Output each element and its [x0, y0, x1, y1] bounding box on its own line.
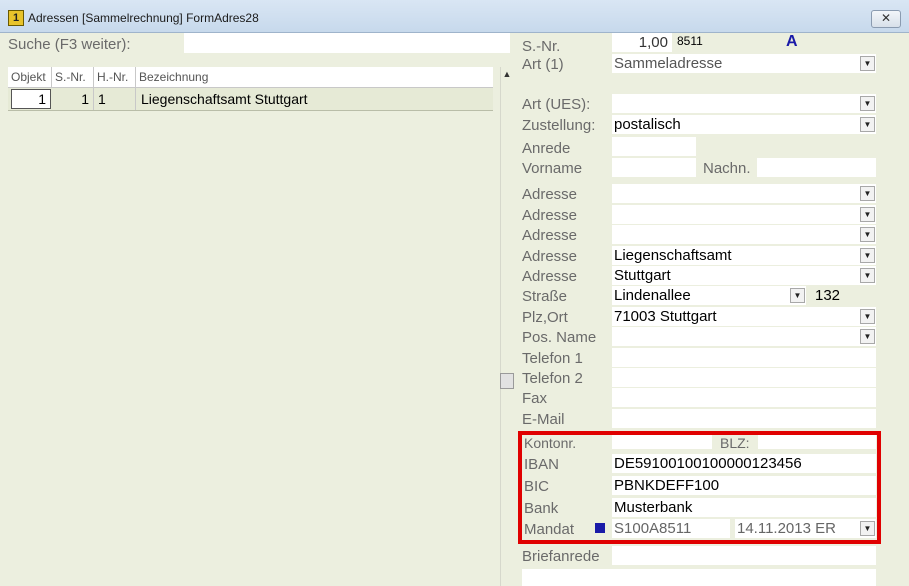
- plzort-value: 71003 Stuttgart: [614, 308, 717, 325]
- email-label: E-Mail: [522, 411, 565, 428]
- chevron-down-icon[interactable]: ▼: [860, 117, 875, 132]
- briefanrede-text-area[interactable]: [522, 569, 876, 586]
- strasse-label: Straße: [522, 288, 568, 305]
- adresse-value-4: Liegenschaftsamt: [614, 247, 732, 264]
- telefon2-field[interactable]: [612, 368, 876, 387]
- search-input[interactable]: [184, 33, 510, 53]
- chevron-down-icon[interactable]: ▼: [860, 56, 875, 71]
- window-title: Adressen [Sammelrechnung] FormAdres28: [28, 11, 259, 25]
- chevron-down-icon[interactable]: ▼: [860, 186, 875, 201]
- chevron-down-icon[interactable]: ▼: [860, 207, 875, 222]
- close-button[interactable]: ✕: [871, 10, 901, 28]
- column-header-snr[interactable]: S.-Nr.: [52, 67, 94, 87]
- adresse-value-5: Stuttgart: [614, 267, 671, 284]
- plzort-select[interactable]: 71003 Stuttgart ▼: [612, 307, 876, 326]
- address-grid: Objekt S.-Nr. H.-Nr. Bezeichnung 1 1 1 L…: [8, 67, 493, 111]
- zustellung-value: postalisch: [614, 116, 681, 133]
- telefon1-field[interactable]: [612, 348, 876, 367]
- hausnr-field[interactable]: 132: [813, 286, 876, 305]
- email-field[interactable]: [612, 409, 876, 428]
- chevron-down-icon[interactable]: ▼: [860, 329, 875, 344]
- posname-label: Pos. Name: [522, 329, 597, 346]
- snr-flag: A: [786, 33, 798, 50]
- anrede-field[interactable]: [612, 137, 696, 156]
- telefon1-label: Telefon 1: [522, 350, 583, 367]
- snr-label: S.-Nr.: [522, 38, 561, 55]
- adresse-label-2: Adresse: [522, 207, 578, 224]
- vertical-scrollbar[interactable]: [500, 67, 515, 586]
- chevron-down-icon[interactable]: ▼: [860, 96, 875, 111]
- adresse-label-4: Adresse: [522, 248, 578, 265]
- chevron-down-icon[interactable]: ▼: [860, 309, 875, 324]
- cell-bezeichnung: Liegenschaftsamt Stuttgart: [141, 91, 308, 107]
- zustellung-label: Zustellung:: [522, 117, 596, 134]
- vorname-field[interactable]: [612, 158, 696, 177]
- adresse-label-3: Adresse: [522, 227, 578, 244]
- chevron-down-icon[interactable]: ▼: [860, 268, 875, 283]
- app-icon: 1: [8, 10, 24, 26]
- vorname-label: Vorname: [522, 160, 583, 177]
- table-row[interactable]: 1 1 1 Liegenschaftsamt Stuttgart: [8, 88, 493, 111]
- bank-highlight-box: [518, 431, 881, 544]
- telefon2-label: Telefon 2: [522, 370, 583, 387]
- posname-select[interactable]: ▼: [612, 327, 876, 346]
- briefanrede-label: Briefanrede: [522, 548, 600, 565]
- adresse-select-1[interactable]: ▼: [612, 184, 876, 203]
- chevron-down-icon[interactable]: ▼: [860, 248, 875, 263]
- nachn-field[interactable]: [757, 158, 876, 177]
- briefanrede-field[interactable]: [612, 546, 876, 565]
- artues-select[interactable]: ▼: [612, 94, 876, 113]
- cell-snr: 1: [52, 88, 94, 110]
- grid-header: Objekt S.-Nr. H.-Nr. Bezeichnung: [8, 67, 493, 88]
- art1-select[interactable]: Sammeladresse ▼: [612, 54, 876, 73]
- adresse-label-1: Adresse: [522, 186, 578, 203]
- plzort-label: Plz,Ort: [522, 309, 568, 326]
- chevron-down-icon[interactable]: ▼: [860, 227, 875, 242]
- adresse-select-2[interactable]: ▼: [612, 205, 876, 224]
- fax-label: Fax: [522, 390, 548, 407]
- column-header-bezeichnung[interactable]: Bezeichnung: [136, 67, 493, 87]
- cell-hnr: 1: [94, 88, 136, 110]
- search-label: Suche (F3 weiter):: [8, 36, 131, 53]
- scrollbar-thumb[interactable]: [500, 373, 514, 389]
- strasse-value: Lindenallee: [614, 287, 691, 304]
- arrow-up-icon[interactable]: ▲: [500, 69, 514, 81]
- adresse-select-3[interactable]: ▼: [612, 225, 876, 244]
- artues-label: Art (UES):: [522, 96, 591, 113]
- chevron-down-icon[interactable]: ▼: [790, 288, 805, 303]
- strasse-select[interactable]: Lindenallee ▼: [612, 286, 806, 305]
- column-header-hnr[interactable]: H.-Nr.: [94, 67, 136, 87]
- column-header-objekt[interactable]: Objekt: [8, 67, 52, 87]
- nachn-label: Nachn.: [703, 160, 751, 177]
- zustellung-select[interactable]: postalisch ▼: [612, 115, 876, 134]
- art1-label: Art (1): [522, 56, 564, 73]
- adresse-label-5: Adresse: [522, 268, 578, 285]
- snr-field[interactable]: 1,00: [612, 33, 672, 52]
- fax-field[interactable]: [612, 388, 876, 407]
- snr-code: 8511: [677, 34, 703, 48]
- adresse-select-4[interactable]: Liegenschaftsamt ▼: [612, 246, 876, 265]
- anrede-label: Anrede: [522, 140, 571, 157]
- adresse-select-5[interactable]: Stuttgart ▼: [612, 266, 876, 285]
- cell-objekt[interactable]: 1: [11, 89, 51, 109]
- art1-value: Sammeladresse: [614, 55, 723, 72]
